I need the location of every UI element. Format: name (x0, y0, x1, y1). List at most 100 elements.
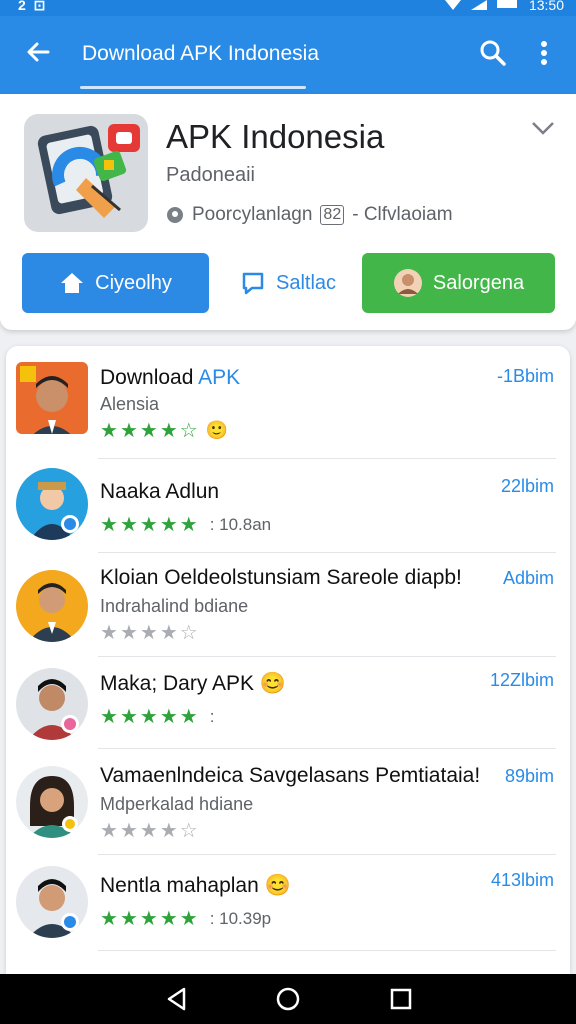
back-arrow-icon[interactable] (22, 36, 54, 68)
list-item[interactable]: Maka; Dary APK 😊 ★ ★ ★ ★ ★ : 12Zlbim (6, 668, 570, 750)
nav-recents-icon[interactable] (388, 986, 414, 1012)
star-icon: ★ (100, 420, 118, 442)
rating-stars: ★ ★ ★ ★ ☆ 🙂 (100, 418, 228, 443)
chat-button[interactable]: Saltlac (232, 253, 344, 313)
app-name: Vamaenlndeica Savgelasans Pemtiataia! (100, 764, 481, 787)
star-icon: ★ (119, 908, 138, 930)
rating-text: : (209, 706, 215, 726)
star-icon: ★ (100, 706, 118, 728)
status-bar: 2 ⊡ 13:50 (0, 0, 576, 16)
meta-tag: 82 (320, 205, 345, 225)
divider (98, 656, 556, 657)
star-icon: ★ (139, 908, 158, 930)
profile-button[interactable]: Salorgena (362, 253, 555, 313)
app-avatar (16, 766, 88, 838)
chat-button-label: Saltlac (275, 271, 337, 294)
star-icon: ★ (119, 706, 138, 728)
developer-icon (167, 207, 183, 223)
app-size: 413lbim (490, 870, 554, 890)
star-icon: ★ (159, 820, 178, 842)
divider (98, 552, 556, 553)
divider (98, 748, 556, 749)
list-item[interactable]: Vamaenlndeica Savgelasans Pemtiataia! Md… (6, 764, 570, 860)
list-item[interactable]: Naaka Adlun ★ ★ ★ ★ ★ : 10.8an 22lbim (6, 468, 570, 554)
star-icon: ★ (159, 706, 178, 728)
status-time: 13:50 (528, 0, 564, 13)
star-icon: ★ (159, 908, 178, 930)
star-icon: ☆ (179, 420, 198, 442)
app-avatar (16, 866, 88, 938)
app-size: 89bim (504, 766, 554, 786)
app-name: Kloian Oeldeolstunsiam Sareole diapb! (100, 566, 462, 589)
star-icon: ★ (139, 622, 158, 644)
system-nav-bar (0, 974, 576, 1024)
more-vert-icon[interactable] (534, 38, 554, 68)
chat-icon (242, 272, 264, 295)
rating-stars: ★ ★ ★ ★ ☆ (100, 620, 198, 645)
star-icon: ★ (139, 420, 158, 442)
star-icon: ☆ (179, 622, 198, 644)
star-icon: ★ (119, 514, 138, 536)
app-subtitle: Padoneaii (166, 164, 255, 186)
list-item[interactable]: Nentla mahaplan 😊 ★ ★ ★ ★ ★ : 10.39p 413lbim (6, 866, 570, 956)
app-header-card: APK Indonesia Padoneaii Poorcylanlagn 82… (0, 94, 576, 330)
star-icon: ★ (139, 514, 158, 536)
status-left: 2 ⊡ (18, 0, 48, 13)
star-icon: ★ (119, 622, 138, 644)
star-icon: ★ (119, 820, 138, 842)
star-icon: ☆ (179, 820, 198, 842)
star-icon: ★ (179, 908, 198, 930)
star-icon: ★ (159, 622, 178, 644)
app-bar: Download APK Indonesia (0, 16, 576, 94)
app-name: Naaka Adlun (100, 480, 220, 503)
app-name: Maka; Dary APK 😊 (100, 672, 287, 695)
app-desc: Indrahalind bdiane (100, 596, 249, 616)
app-desc: Alensia (100, 394, 160, 414)
rating-text: : 10.8an (209, 514, 272, 534)
divider (98, 950, 556, 951)
divider (98, 458, 556, 459)
nav-home-icon[interactable] (275, 986, 301, 1012)
wifi-icon (444, 0, 461, 10)
nav-back-icon[interactable] (164, 986, 190, 1012)
rating-text: : 10.39p (209, 908, 272, 928)
app-avatar (16, 362, 88, 434)
emoji-icon: 😊 (259, 672, 287, 695)
rating-stars: ★ ★ ★ ★ ☆ (100, 818, 198, 843)
search-icon[interactable] (478, 38, 508, 68)
meta-text: Poorcylanlagn (192, 204, 313, 225)
star-icon: ★ (139, 820, 158, 842)
list-item[interactable]: Download APK Alensia ★ ★ ★ ★ ☆ 🙂 -1Bbim (6, 362, 570, 458)
app-desc: Mdperkalad hdiane (100, 794, 254, 814)
app-size: -1Bbim (496, 366, 554, 386)
app-avatar (16, 468, 88, 540)
star-icon: ★ (179, 514, 198, 536)
app-meta: Poorcylanlagn 82 - Clfvlaoiam (166, 204, 453, 226)
divider (98, 854, 556, 855)
home-button-label: Ciyeolhy (95, 271, 172, 294)
star-icon: ★ (119, 420, 138, 442)
star-icon: ★ (159, 514, 178, 536)
chevron-down-icon[interactable] (530, 118, 556, 138)
avatar-icon (393, 269, 422, 297)
app-logo-icon (37, 124, 140, 218)
app-size: 12Zlbim (489, 670, 554, 690)
battery-icon (496, 0, 517, 8)
app-avatar (16, 570, 88, 642)
home-button[interactable]: Ciyeolhy (22, 253, 209, 313)
app-name: Download APK (100, 366, 241, 389)
star-icon: ★ (100, 908, 118, 930)
emoji-icon: 🙂 (205, 420, 229, 440)
star-icon: ★ (179, 706, 198, 728)
rating-stars: ★ ★ ★ ★ ★ : 10.8an (100, 512, 271, 537)
app-icon (24, 114, 148, 232)
list-item[interactable]: Kloian Oeldeolstunsiam Sareole diapb! In… (6, 566, 570, 658)
emoji-icon: 😊 (264, 874, 291, 897)
app-size: 22lbim (500, 476, 554, 496)
app-list: Download APK Alensia ★ ★ ★ ★ ☆ 🙂 -1Bbim Naak… (6, 346, 570, 986)
rating-stars: ★ ★ ★ ★ ★ : 10.39p (100, 906, 271, 931)
app-avatar (16, 668, 88, 740)
title-underline (80, 86, 306, 89)
app-bar-title: Download APK Indonesia (82, 42, 319, 65)
star-icon: ★ (139, 706, 158, 728)
